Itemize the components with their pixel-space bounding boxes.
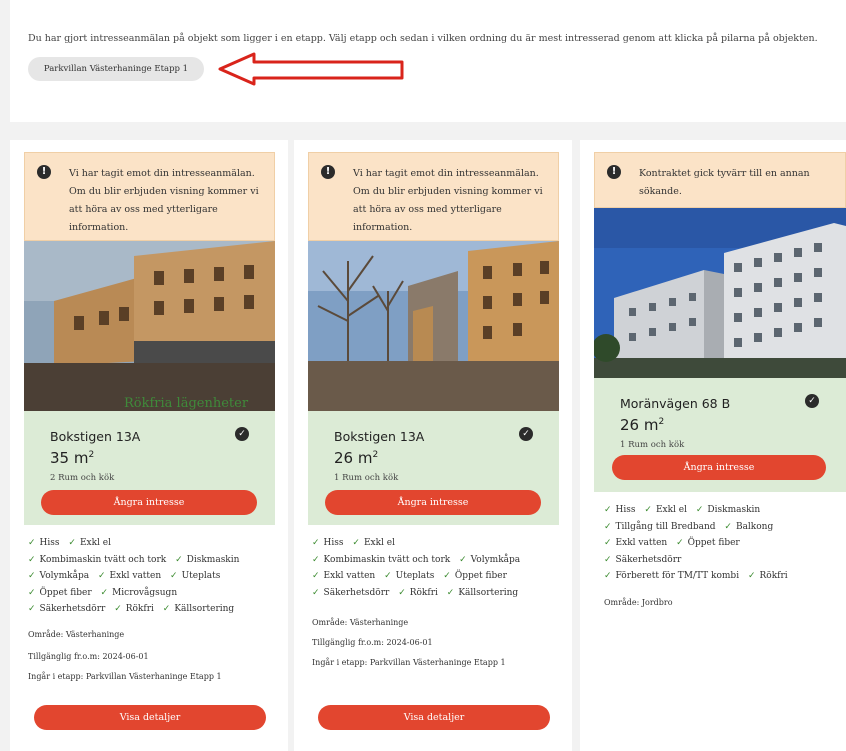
feature-item: ✓ Öppet fiber — [676, 538, 740, 548]
intro-text: Du har gjort intresseanmälan på objekt s… — [28, 33, 818, 44]
feature-item: ✓ Exkl vatten — [312, 571, 376, 581]
feature-item: ✓ Rökfri — [398, 587, 438, 598]
feature-item: ✓ Öppet fiber — [443, 571, 507, 581]
info-icon: ! — [321, 165, 335, 179]
feature-item: ✓ Uteplats — [384, 571, 435, 581]
address: Bokstigen 13A — [50, 429, 141, 444]
status-alert: ! Vi har tagit emot din intresseanmälan.… — [308, 152, 559, 241]
withdraw-interest-button[interactable]: Ångra intresse — [325, 490, 541, 515]
feature-item: ✓ Säkerhetsdörr — [28, 604, 106, 614]
feature-item: ✓ Rökfri — [114, 604, 154, 614]
etapp-pill[interactable]: Parkvillan Västerhaninge Etapp 1 — [28, 57, 204, 81]
status-alert: ! Vi har tagit emot din intresseanmälan.… — [24, 152, 275, 241]
available-from: Tillgänglig fr.o.m: 2024-06-01 — [28, 652, 149, 661]
info-icon: ! — [37, 165, 51, 179]
feature-item: ✓ Hiss — [312, 538, 344, 548]
address: Moränvägen 68 B — [620, 396, 731, 411]
area-info: Område: Västerhaninge — [28, 630, 125, 639]
property-photo — [594, 208, 846, 378]
withdraw-interest-button[interactable]: Ångra intresse — [612, 455, 826, 480]
feature-item: ✓ Exkl el — [352, 538, 395, 548]
feature-item: ✓ Säkerhetsdörr — [604, 554, 682, 565]
summary-box: Bokstigen 13A ✓ 26 m2 1 Rum och kök Ångr… — [308, 411, 559, 525]
feature-item: ✓ Källsortering — [162, 604, 235, 614]
feature-item: ✓ Kombimaskin tvätt och tork — [28, 554, 167, 565]
feature-list: ✓ Hiss ✓ Exkl el ✓ Diskmaskin ✓ Tillgång til… — [604, 502, 846, 585]
feature-item: ✓ Säkerhetsdörr — [312, 587, 390, 598]
feature-item: ✓ Källsortering — [446, 587, 519, 598]
summary-box: Moränvägen 68 B ✓ 26 m2 1 Rum och kök Ån… — [594, 378, 846, 492]
feature-item: ✓ Rökfri — [747, 571, 788, 581]
area-info: Område: Jordbro — [604, 598, 673, 607]
status-alert: ! Kontraktet gick tyvärr till en annan s… — [594, 152, 846, 208]
property-photo: Rökfria lägenheter — [24, 241, 275, 411]
feature-item: ✓ Uteplats — [170, 571, 221, 581]
etapp-info: Ingår i etapp: Parkvillan Västerhaninge … — [28, 672, 222, 681]
rooms: 1 Rum och kök — [334, 473, 399, 483]
area: 26 m2 — [334, 449, 379, 467]
feature-item: ✓ Volymkåpa — [459, 554, 521, 565]
show-details-button[interactable]: Visa detaljer — [318, 705, 550, 730]
summary-box: Bokstigen 13A ✓ 35 m2 2 Rum och kök Ångr… — [24, 411, 275, 525]
area: 35 m2 — [50, 449, 95, 467]
address: Bokstigen 13A — [334, 429, 425, 444]
etapp-info: Ingår i etapp: Parkvillan Västerhaninge … — [312, 658, 506, 667]
show-details-button[interactable]: Visa detaljer — [34, 705, 266, 730]
feature-item: ✓ Kombimaskin tvätt och tork — [312, 554, 451, 565]
feature-item: ✓ Förberett för TM/TT kombi — [604, 571, 740, 581]
info-icon: ! — [607, 165, 621, 179]
listing-card: ! Vi har tagit emot din intresseanmälan.… — [10, 140, 288, 751]
feature-item: ✓ Hiss — [28, 538, 60, 548]
check-circle-icon: ✓ — [519, 427, 533, 441]
area: 26 m2 — [620, 416, 665, 434]
feature-item: ✓ Diskmaskin — [175, 554, 240, 565]
check-circle-icon: ✓ — [805, 394, 819, 408]
feature-list: ✓ Hiss ✓ Exkl el ✓ Kombimaskin tvätt och to… — [28, 535, 275, 618]
feature-item: ✓ Volymkåpa — [28, 571, 90, 581]
withdraw-interest-button[interactable]: Ångra intresse — [41, 490, 257, 515]
feature-item: ✓ Hiss — [604, 505, 636, 515]
check-circle-icon: ✓ — [235, 427, 249, 441]
rooms: 2 Rum och kök — [50, 473, 115, 483]
property-photo — [308, 241, 559, 411]
feature-item: ✓ Exkl vatten — [604, 538, 668, 548]
available-from: Tillgänglig fr.o.m: 2024-06-01 — [312, 638, 433, 647]
feature-item: ✓ Diskmaskin — [695, 505, 761, 515]
red-arrow-annotation — [218, 52, 404, 86]
feature-list: ✓ Hiss ✓ Exkl el ✓ Kombimaskin tvätt och to… — [312, 535, 559, 601]
feature-item: ✓ Exkl el — [68, 538, 111, 548]
alert-text: Vi har tagit emot din intresseanmälan. O… — [353, 168, 543, 233]
alert-text: Kontraktet gick tyvärr till en annan sök… — [639, 168, 810, 197]
area-info: Område: Västerhaninge — [312, 618, 409, 627]
listing-card: ! Vi har tagit emot din intresseanmälan.… — [294, 140, 572, 751]
photo-watermark: Rökfria lägenheter — [124, 396, 249, 411]
feature-item: ✓ Microvågsugn — [100, 587, 178, 598]
feature-item: ✓ Exkl el — [644, 505, 687, 515]
rooms: 1 Rum och kök — [620, 440, 685, 450]
feature-item: ✓ Exkl vatten — [97, 571, 162, 581]
feature-item: ✓ Tillgång till Bredband — [604, 521, 716, 532]
listing-card: ! Kontraktet gick tyvärr till en annan s… — [580, 140, 846, 751]
feature-item: ✓ Balkong — [724, 521, 774, 532]
feature-item: ✓ Öppet fiber — [28, 587, 92, 598]
alert-text: Vi har tagit emot din intresseanmälan. O… — [69, 168, 259, 233]
